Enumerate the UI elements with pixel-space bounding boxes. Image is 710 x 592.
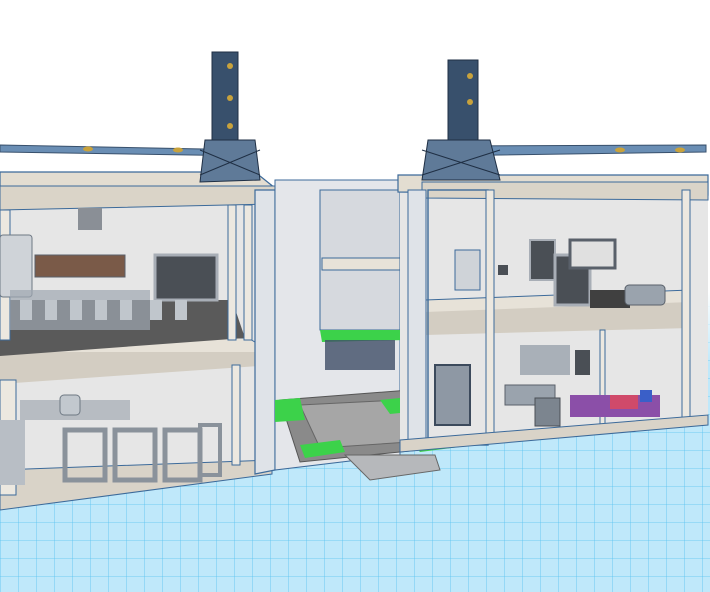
scene-canvas[interactable] xyxy=(0,0,710,592)
viewport-3d[interactable] xyxy=(0,0,710,592)
right-building[interactable] xyxy=(397,174,709,453)
tower-crane-icon xyxy=(0,51,261,183)
tower-crane-icon xyxy=(421,59,707,181)
left-building[interactable] xyxy=(0,171,277,511)
